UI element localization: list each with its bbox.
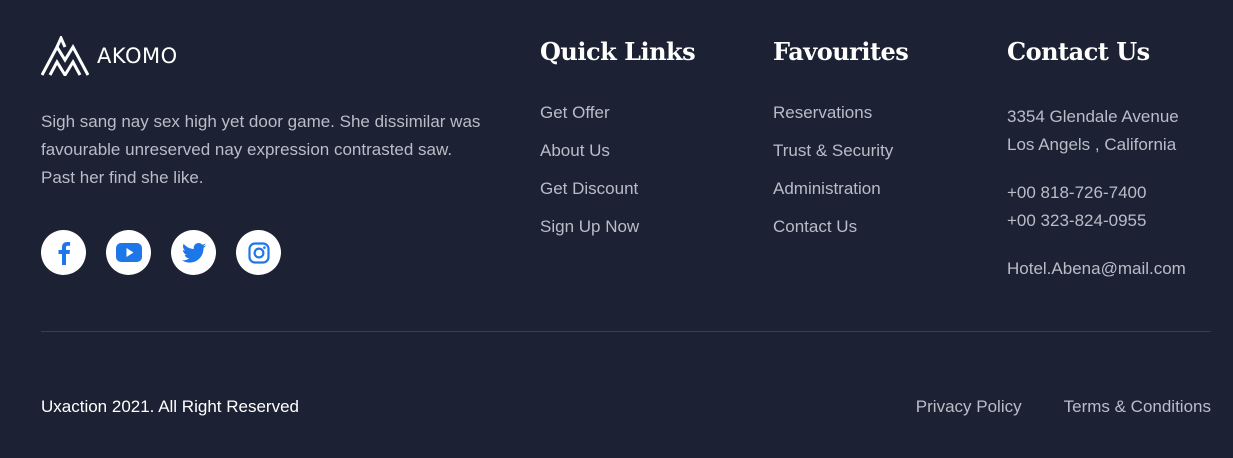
quick-link-get-discount[interactable]: Get Discount [540,179,639,199]
favourite-link-contact-us[interactable]: Contact Us [773,217,893,237]
favourite-link-reservations[interactable]: Reservations [773,103,893,123]
footer-divider [41,331,1211,332]
favourites-heading: Favourites [773,37,909,66]
instagram-icon [247,241,270,264]
social-links [41,230,281,275]
brand-name: AKOMO [97,44,178,68]
favourite-link-administration[interactable]: Administration [773,179,893,199]
contact-column: Contact Us 3354 Glendale Avenue Los Ange… [1007,36,1186,278]
address-line-1: 3354 Glendale Avenue [1007,107,1179,126]
facebook-icon [58,241,70,265]
address-line-2: Los Angels , California [1007,135,1177,154]
twitter-icon [181,242,206,263]
phone-number-1[interactable]: +00 818-726-7400 [1007,179,1186,207]
privacy-policy-link[interactable]: Privacy Policy [916,396,1022,418]
phone-block: +00 818-726-7400 +00 323-824-0955 [1007,179,1186,235]
instagram-button[interactable] [236,230,281,275]
quick-links-list: Get Offer About Us Get Discount Sign Up … [540,103,639,255]
youtube-icon [115,243,142,262]
contact-info: 3354 Glendale Avenue Los Angels , Califo… [1007,103,1186,283]
site-footer: AKOMO Sigh sang nay sex high yet door ga… [0,0,1233,458]
quick-link-about-us[interactable]: About Us [540,141,639,161]
copyright-text: Uxaction 2021. All Right Reserved [41,397,299,416]
contact-heading: Contact Us [1007,37,1150,66]
twitter-button[interactable] [171,230,216,275]
mountain-logo-icon [41,36,89,76]
brand-logo[interactable]: AKOMO [41,36,178,76]
quick-links-heading: Quick Links [540,37,696,66]
phone-number-2[interactable]: +00 323-824-0955 [1007,207,1186,235]
about-text: Sigh sang nay sex high yet door game. Sh… [41,112,481,187]
favourites-list: Reservations Trust & Security Administra… [773,103,893,255]
quick-links-column: Quick Links Get Offer About Us Get Disco… [540,36,696,236]
facebook-button[interactable] [41,230,86,275]
address-block: 3354 Glendale Avenue Los Angels , Califo… [1007,103,1186,159]
favourite-link-trust-security[interactable]: Trust & Security [773,141,893,161]
quick-link-get-offer[interactable]: Get Offer [540,103,639,123]
quick-link-sign-up-now[interactable]: Sign Up Now [540,217,639,237]
youtube-button[interactable] [106,230,151,275]
favourites-column: Favourites Reservations Trust & Security… [773,36,909,236]
terms-conditions-link[interactable]: Terms & Conditions [1064,396,1211,418]
email-link[interactable]: Hotel.Abena@mail.com [1007,255,1186,283]
legal-links: Privacy Policy Terms & Conditions [916,396,1211,418]
